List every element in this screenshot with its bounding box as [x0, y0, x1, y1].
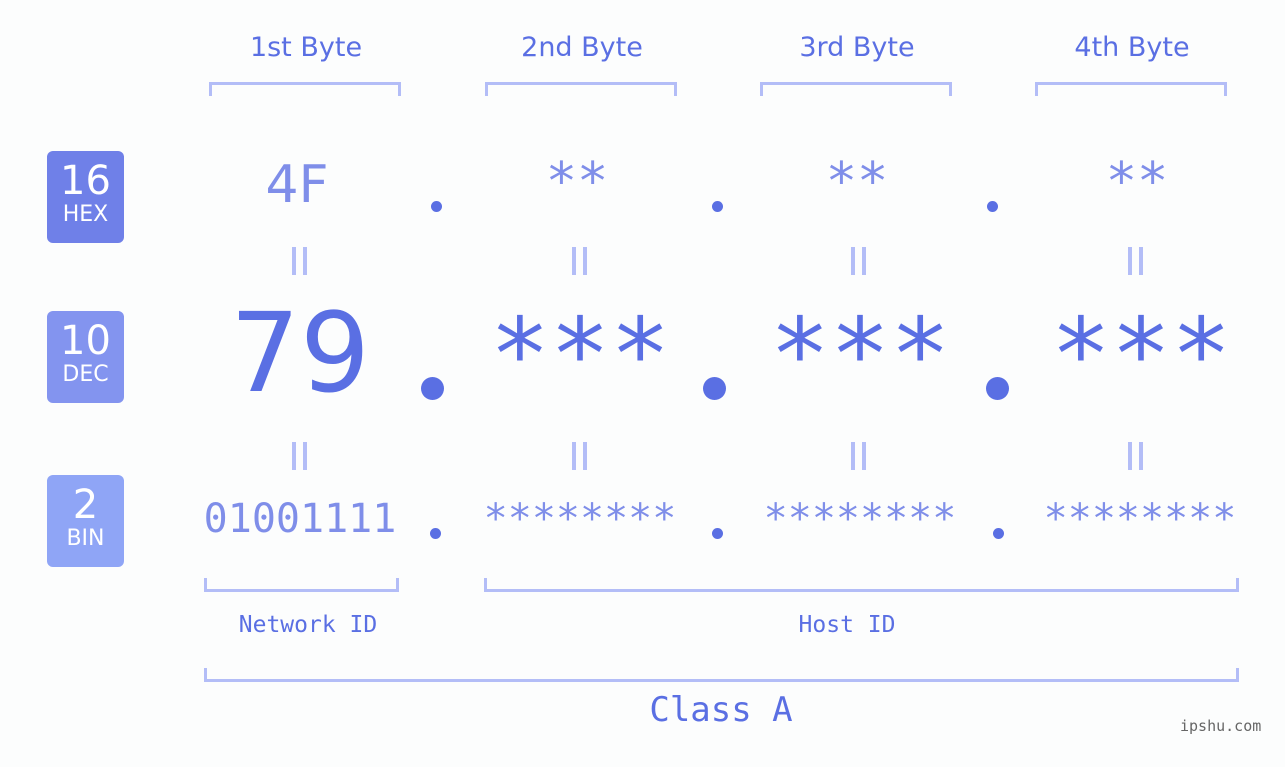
bin-dot-2 — [712, 528, 723, 539]
equals-icon — [292, 442, 308, 470]
bin-byte-4: ******** — [1043, 496, 1237, 542]
host-id-bracket — [484, 578, 1239, 592]
byte-bracket-4 — [1035, 82, 1227, 96]
hex-byte-1: 4F — [265, 155, 329, 215]
dec-dot-1 — [421, 377, 444, 400]
equals-icon — [292, 247, 308, 275]
hex-byte-4: ** — [1105, 152, 1169, 212]
hex-badge: 16 HEX — [47, 151, 124, 243]
byte-bracket-1 — [209, 82, 401, 96]
hex-badge-label: HEX — [62, 202, 109, 227]
byte-header-1: 1st Byte — [249, 32, 363, 63]
hex-dot-1 — [431, 201, 442, 212]
bin-byte-1: 01001111 — [203, 496, 397, 542]
byte-header-4: 4th Byte — [1074, 32, 1190, 63]
hex-dot-3 — [987, 201, 998, 212]
equals-icon — [1128, 247, 1144, 275]
dec-badge-label: DEC — [62, 362, 109, 387]
equals-icon — [851, 247, 867, 275]
dec-byte-4: *** — [1050, 296, 1232, 413]
network-id-bracket — [204, 578, 399, 592]
bin-badge-number: 2 — [72, 482, 99, 528]
dec-byte-3: *** — [769, 296, 951, 413]
hex-byte-3: ** — [825, 152, 889, 212]
class-label: Class A — [649, 690, 793, 730]
equals-icon — [572, 247, 588, 275]
bin-badge-label: BIN — [66, 526, 105, 551]
dec-byte-2: *** — [489, 296, 671, 413]
class-bracket — [204, 668, 1239, 682]
hex-badge-number: 16 — [60, 158, 111, 204]
watermark: ipshu.com — [1180, 717, 1262, 735]
bin-dot-1 — [430, 528, 441, 539]
hex-byte-2: ** — [545, 152, 609, 212]
host-id-label: Host ID — [798, 612, 896, 638]
byte-header-3: 3rd Byte — [799, 32, 915, 63]
equals-icon — [851, 442, 867, 470]
equals-icon — [1128, 442, 1144, 470]
dec-dot-3 — [986, 377, 1009, 400]
bin-badge: 2 BIN — [47, 475, 124, 567]
dec-byte-1: 79 — [230, 289, 370, 417]
bin-byte-2: ******** — [483, 496, 677, 542]
dec-badge-number: 10 — [60, 318, 111, 364]
equals-icon — [572, 442, 588, 470]
dec-dot-2 — [703, 377, 726, 400]
bin-dot-3 — [993, 528, 1004, 539]
network-id-label: Network ID — [238, 612, 378, 638]
hex-dot-2 — [712, 201, 723, 212]
dec-badge: 10 DEC — [47, 311, 124, 403]
bin-byte-3: ******** — [763, 496, 957, 542]
byte-bracket-3 — [760, 82, 952, 96]
byte-header-2: 2nd Byte — [521, 32, 643, 63]
byte-bracket-2 — [485, 82, 677, 96]
